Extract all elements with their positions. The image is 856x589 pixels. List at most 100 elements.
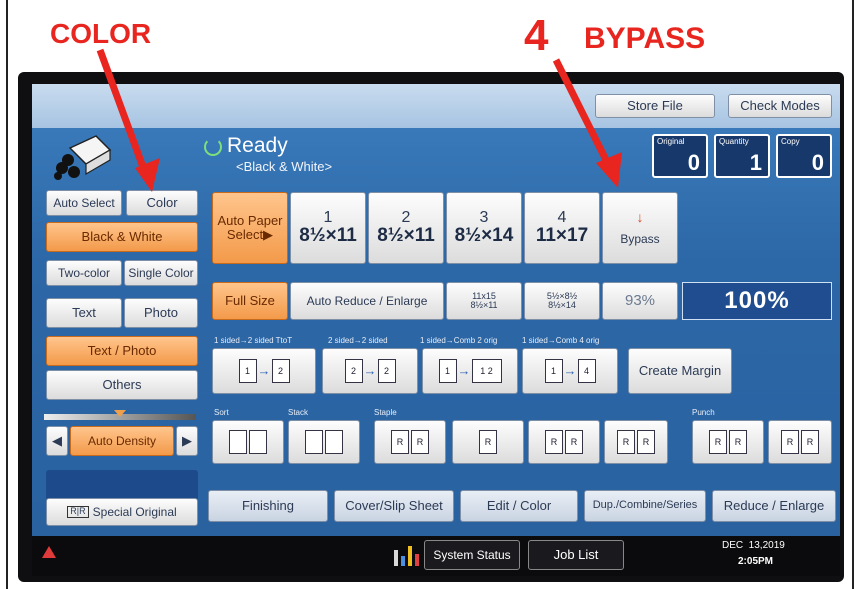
arrow-icon: → — [457, 363, 471, 379]
auto-paper-select-button[interactable]: Auto Paper Select▶ — [212, 192, 288, 264]
arrow-icon: → — [563, 363, 577, 379]
staple-label: Staple — [374, 408, 397, 417]
bypass-label: Bypass — [620, 232, 660, 247]
counter-copy: Copy 0 — [776, 134, 832, 178]
tray-number: 4 — [557, 208, 567, 226]
tray-size: 11×17 — [535, 225, 589, 247]
full-size-button[interactable]: Full Size — [212, 282, 288, 320]
density-increase-button[interactable]: ▶ — [176, 426, 198, 456]
counter-original: Original 0 — [652, 134, 708, 178]
annotation-bypass-label: BYPASS — [584, 22, 706, 55]
staple-icon: R — [545, 430, 563, 454]
tray-2-button[interactable]: 2 8½×11 — [368, 192, 444, 264]
combine-2-button[interactable]: 1 → 1 2 — [422, 348, 518, 394]
stack-label: Stack — [288, 408, 309, 417]
staple-icon: R — [391, 430, 409, 454]
auto-select-button[interactable]: Auto Select — [46, 190, 122, 216]
stack-icon — [305, 430, 323, 454]
system-status-button[interactable]: System Status — [424, 540, 520, 570]
special-original-icon: R|R — [67, 506, 89, 518]
sheet-icon: 1 — [438, 359, 457, 383]
sheet-icon: 2 — [377, 359, 396, 383]
annotation-number-label: 4 — [524, 11, 549, 60]
stack-button[interactable] — [288, 420, 360, 464]
staple-double-button[interactable]: RR — [528, 420, 600, 464]
staple-icon: R — [637, 430, 655, 454]
staple-center-button[interactable]: RR — [604, 420, 668, 464]
counter-value: 0 — [811, 150, 824, 175]
auto-reduce-enlarge-button[interactable]: Auto Reduce / Enlarge — [290, 282, 444, 320]
punch-icon: R — [729, 430, 747, 454]
top-band — [32, 84, 840, 128]
duplex-label-4: 1 sided→Comb 4 orig — [522, 336, 600, 345]
staple-icon: R — [565, 430, 583, 454]
single-color-button[interactable]: Single Color — [124, 260, 198, 286]
sort-icon — [249, 430, 267, 454]
preset-ratio-1-button[interactable]: 11x15 8½×11 — [446, 282, 522, 320]
time-text: 2:05PM — [738, 556, 774, 567]
tray-size: 8½×14 — [454, 225, 514, 247]
duplex-label-1: 1 sided→2 sided TtoT — [214, 336, 293, 345]
preset-ratio-2-button[interactable]: 5½×8½ 8½×14 — [524, 282, 600, 320]
tab-finishing[interactable]: Finishing — [208, 490, 328, 522]
tab-edit-color[interactable]: Edit / Color — [460, 490, 578, 522]
tray-number: 1 — [323, 208, 333, 226]
tray-size: 8½×11 — [377, 225, 435, 247]
ratio-button[interactable]: 93% — [602, 282, 678, 320]
arrow-icon: → — [363, 363, 377, 379]
black-white-button[interactable]: Black & White — [46, 222, 198, 252]
density-decrease-button[interactable]: ◀ — [46, 426, 68, 456]
text-photo-button[interactable]: Text / Photo — [46, 336, 198, 366]
counter-label: Original — [657, 137, 685, 146]
ratio-display: 100% — [682, 282, 832, 320]
tray-4-button[interactable]: 4 11×17 — [524, 192, 600, 264]
sort-icon — [229, 430, 247, 454]
tab-cover-slip-sheet[interactable]: Cover/Slip Sheet — [334, 490, 454, 522]
others-button[interactable]: Others — [46, 370, 198, 400]
density-marker-icon — [114, 410, 126, 417]
staple-top-button[interactable]: R — [452, 420, 524, 464]
tab-dup-combine-series[interactable]: Dup./Combine/Series — [584, 490, 706, 522]
tray-number: 3 — [479, 208, 489, 226]
auto-density-button[interactable]: Auto Density — [70, 426, 174, 456]
tray-3-button[interactable]: 3 8½×14 — [446, 192, 522, 264]
system-status-icon — [392, 544, 422, 568]
store-file-button[interactable]: Store File — [595, 94, 715, 118]
combine-4-button[interactable]: 1 → 4 — [522, 348, 618, 394]
job-list-button[interactable]: Job List — [528, 540, 624, 570]
color-mode-text: <Black & White> — [236, 159, 333, 174]
punch-side-button[interactable]: RR — [692, 420, 764, 464]
counter-quantity[interactable]: Quantity 1 — [714, 134, 770, 178]
arrow-icon: → — [257, 363, 271, 379]
sheet-icon: 2 — [271, 359, 290, 383]
auto-paper-select-label: Select▶ — [226, 227, 274, 242]
duplex-1to2-button[interactable]: 1 → 2 — [212, 348, 316, 394]
bypass-button[interactable]: ↓ Bypass — [602, 192, 678, 264]
staple-top-left-button[interactable]: RR — [374, 420, 446, 464]
counter-label: Copy — [781, 137, 800, 146]
copier-icon — [52, 130, 112, 182]
text-button[interactable]: Text — [46, 298, 122, 328]
status-bar: System Status Job List DEC 13,2019 2:05P… — [32, 536, 840, 576]
check-modes-button[interactable]: Check Modes — [728, 94, 832, 118]
duplex-2to2-button[interactable]: 2 → 2 — [322, 348, 418, 394]
duplex-label-2: 2 sided→2 sided — [328, 336, 388, 345]
annotation-color-label: COLOR — [50, 18, 152, 49]
color-button[interactable]: Color — [126, 190, 198, 216]
sheet-icon: 4 — [577, 359, 596, 383]
tray-1-button[interactable]: 1 8½×11 — [290, 192, 366, 264]
tab-reduce-enlarge[interactable]: Reduce / Enlarge — [712, 490, 836, 522]
create-margin-button[interactable]: Create Margin — [628, 348, 732, 394]
counter-value: 1 — [749, 150, 762, 175]
sheet-icon: 1 2 — [471, 359, 502, 383]
punch-icon: R — [801, 430, 819, 454]
tray-size: 8½×11 — [299, 225, 357, 247]
sheet-icon: 1 — [544, 359, 563, 383]
photo-button[interactable]: Photo — [124, 298, 198, 328]
two-color-button[interactable]: Two-color — [46, 260, 122, 286]
sort-button[interactable] — [212, 420, 284, 464]
alert-icon — [42, 546, 56, 558]
special-original-button[interactable]: R|R Special Original — [46, 498, 198, 526]
punch-top-button[interactable]: RR — [768, 420, 832, 464]
counter-label: Quantity — [719, 137, 749, 146]
